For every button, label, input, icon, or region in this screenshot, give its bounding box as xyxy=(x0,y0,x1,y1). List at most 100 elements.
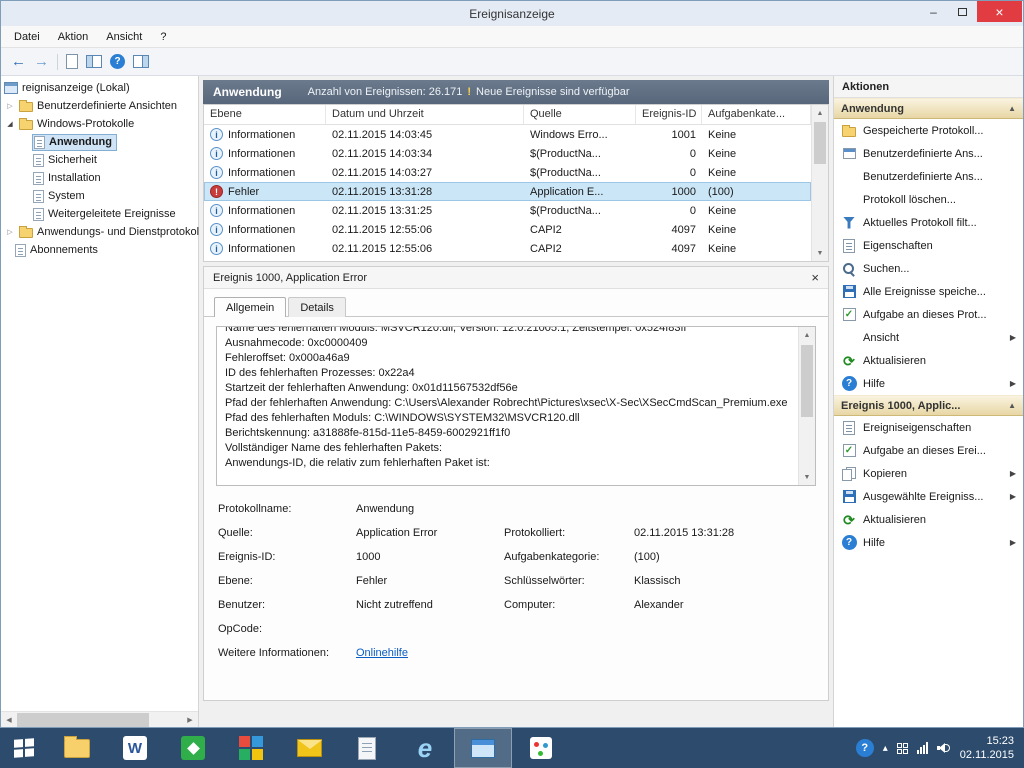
action-refresh[interactable]: ⟳ Aktualisieren xyxy=(834,349,1023,372)
collapse-section-icon[interactable]: ▲ xyxy=(1008,401,1016,410)
action-refresh-event[interactable]: ⟳ Aktualisieren xyxy=(834,508,1023,531)
tree-horizontal-scrollbar[interactable]: ◀ ▶ xyxy=(1,711,198,727)
tree-item-application[interactable]: Anwendung xyxy=(1,133,198,151)
tree-item-root[interactable]: reignisanzeige (Lokal) xyxy=(1,79,198,97)
event-row[interactable]: iInformationen 02.11.2015 12:55:06 CAPI2… xyxy=(204,220,811,239)
scroll-left-button[interactable]: ◀ xyxy=(1,712,17,728)
action-attach-task[interactable]: ✓ Aufgabe an dieses Prot... xyxy=(834,303,1023,326)
tree-item-forwarded-events[interactable]: Weitergeleitete Ereignisse xyxy=(1,205,198,223)
taskbar-mail[interactable] xyxy=(280,728,338,768)
scroll-right-button[interactable]: ▶ xyxy=(182,712,198,728)
refresh-icon: ⟳ xyxy=(843,354,855,368)
tree-item-windows-logs[interactable]: ◢ Windows-Protokolle xyxy=(1,115,198,133)
scroll-down-button[interactable]: ▼ xyxy=(799,469,815,485)
action-properties[interactable]: Eigenschaften xyxy=(834,234,1023,257)
taskbar-event-viewer[interactable] xyxy=(454,728,512,768)
detail-close-button[interactable]: × xyxy=(811,270,819,285)
event-description-box[interactable]: Name des fehlerhaften Moduls: MSVCR120.d… xyxy=(216,326,816,486)
action-help[interactable]: ? Hilfe ▶ xyxy=(834,372,1023,395)
event-row-selected[interactable]: !Fehler 02.11.2015 13:31:28 Application … xyxy=(204,182,811,201)
scrollbar-thumb[interactable] xyxy=(17,713,149,727)
column-header-source[interactable]: Quelle xyxy=(524,105,636,124)
scroll-down-button[interactable]: ▼ xyxy=(812,245,828,261)
column-header-task-category[interactable]: Aufgabenkate... xyxy=(702,105,811,124)
action-clear-log[interactable]: Protokoll löschen... xyxy=(834,188,1023,211)
column-header-event-id[interactable]: Ereignis-ID xyxy=(636,105,702,124)
action-event-properties[interactable]: Ereigniseigenschaften xyxy=(834,416,1023,439)
show-hidden-icons-button[interactable]: ▴ xyxy=(883,743,888,754)
minimize-button[interactable]: – xyxy=(919,1,948,22)
scrollbar-thumb[interactable] xyxy=(814,122,826,164)
scroll-up-button[interactable]: ▲ xyxy=(799,327,815,343)
action-label: Ansicht xyxy=(863,332,899,344)
tree-item-custom-views[interactable]: ▷ Benutzerdefinierte Ansichten xyxy=(1,97,198,115)
actions-section-anwendung[interactable]: Anwendung ▲ xyxy=(834,98,1023,119)
taskbar-green-app[interactable] xyxy=(164,728,222,768)
event-row[interactable]: iInformationen 02.11.2015 14:03:34 $(Pro… xyxy=(204,144,811,163)
taskbar-photos[interactable] xyxy=(222,728,280,768)
action-open-saved-log[interactable]: Gespeicherte Protokoll... xyxy=(834,119,1023,142)
taskbar-ie[interactable]: e xyxy=(396,728,454,768)
tab-details[interactable]: Details xyxy=(288,297,346,317)
action-find[interactable]: Suchen... xyxy=(834,257,1023,280)
column-header-level[interactable]: Ebene xyxy=(204,105,326,124)
clock-date: 02.11.2015 xyxy=(960,748,1014,762)
tray-grid-icon[interactable] xyxy=(897,743,908,754)
action-create-custom-view[interactable]: Benutzerdefinierte Ans... xyxy=(834,142,1023,165)
maximize-button[interactable] xyxy=(948,1,977,22)
properties-toolbar-button[interactable] xyxy=(66,54,78,69)
tree-item-security[interactable]: Sicherheit xyxy=(1,151,198,169)
action-pane-toggle-button[interactable] xyxy=(133,55,149,68)
action-save-all-events[interactable]: Alle Ereignisse speiche... xyxy=(834,280,1023,303)
action-import-custom-view[interactable]: Benutzerdefinierte Ans... xyxy=(834,165,1023,188)
event-level: Informationen xyxy=(228,243,295,255)
log-icon xyxy=(33,190,44,203)
taskbar-explorer[interactable] xyxy=(48,728,106,768)
action-view[interactable]: Ansicht ▶ xyxy=(834,326,1023,349)
online-help-link[interactable]: Onlinehilfe xyxy=(356,647,504,659)
menu-hilfe[interactable]: ? xyxy=(151,28,175,46)
event-row[interactable]: iInformationen 02.11.2015 13:31:25 $(Pro… xyxy=(204,201,811,220)
tree-item-system[interactable]: System xyxy=(1,187,198,205)
start-button[interactable] xyxy=(0,728,48,768)
expander-icon[interactable]: ▷ xyxy=(5,228,15,236)
column-header-datetime[interactable]: Datum und Uhrzeit xyxy=(326,105,524,124)
menu-aktion[interactable]: Aktion xyxy=(49,28,98,46)
actions-section-event[interactable]: Ereignis 1000, Applic... ▲ xyxy=(834,395,1023,416)
close-button[interactable]: × xyxy=(977,1,1022,22)
menu-datei[interactable]: Datei xyxy=(5,28,49,46)
action-help-event[interactable]: ? Hilfe ▶ xyxy=(834,531,1023,554)
taskbar-paint[interactable] xyxy=(512,728,570,768)
forward-button[interactable]: → xyxy=(34,54,49,69)
expander-icon[interactable]: ◢ xyxy=(5,120,15,128)
help-toolbar-button[interactable]: ? xyxy=(110,54,125,69)
taskbar-word[interactable]: W xyxy=(106,728,164,768)
taskbar-clock[interactable]: 15:23 02.11.2015 xyxy=(960,734,1014,763)
action-save-selected-events[interactable]: Ausgewählte Ereigniss... ▶ xyxy=(834,485,1023,508)
word-icon: W xyxy=(123,736,147,760)
volume-icon[interactable] xyxy=(937,742,951,754)
action-copy[interactable]: Kopieren ▶ xyxy=(834,462,1023,485)
back-button[interactable]: ← xyxy=(11,54,26,69)
titlebar[interactable]: Ereignisanzeige – × xyxy=(1,1,1023,26)
scrollbar-thumb[interactable] xyxy=(801,345,813,417)
scroll-up-button[interactable]: ▲ xyxy=(812,105,828,121)
action-filter-current-log[interactable]: Aktuelles Protokoll filt... xyxy=(834,211,1023,234)
event-row[interactable]: iInformationen 02.11.2015 12:55:06 CAPI2… xyxy=(204,239,811,258)
expander-icon[interactable]: ▷ xyxy=(5,102,15,110)
menu-ansicht[interactable]: Ansicht xyxy=(97,28,151,46)
event-row[interactable]: iInformationen 02.11.2015 14:03:45 Windo… xyxy=(204,125,811,144)
tab-allgemein[interactable]: Allgemein xyxy=(214,297,286,317)
description-scrollbar[interactable]: ▲ ▼ xyxy=(798,327,815,485)
action-attach-task-event[interactable]: ✓ Aufgabe an dieses Erei... xyxy=(834,439,1023,462)
tree-item-setup[interactable]: Installation xyxy=(1,169,198,187)
tree-item-subscriptions[interactable]: Abonnements xyxy=(1,241,198,259)
collapse-section-icon[interactable]: ▲ xyxy=(1008,104,1016,113)
network-icon[interactable] xyxy=(917,742,928,754)
tree-item-apps-services-logs[interactable]: ▷ Anwendungs- und Dienstprotokoll xyxy=(1,223,198,241)
taskbar-notepad[interactable] xyxy=(338,728,396,768)
console-tree-toggle-button[interactable] xyxy=(86,55,102,68)
event-row[interactable]: iInformationen 02.11.2015 14:03:27 $(Pro… xyxy=(204,163,811,182)
event-list-scrollbar[interactable]: ▲ ▼ xyxy=(811,105,828,261)
tray-help-icon[interactable]: ? xyxy=(856,739,874,757)
